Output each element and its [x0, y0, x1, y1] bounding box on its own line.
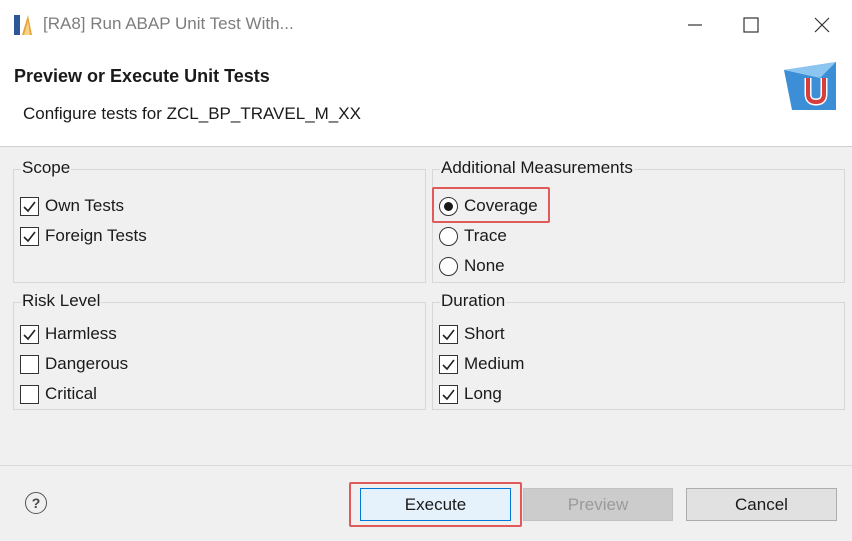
trace-radio[interactable]: Trace — [439, 224, 507, 248]
eclipse-app-icon — [14, 15, 32, 35]
close-icon[interactable] — [807, 10, 837, 40]
scope-group: Scope Own Tests Foreign Tests — [13, 158, 426, 283]
harmless-label: Harmless — [45, 324, 117, 343]
measurements-label: Additional Measurements — [440, 158, 634, 178]
critical-label: Critical — [45, 384, 97, 403]
duration-group: Duration Short Medium Long — [432, 291, 845, 410]
coverage-highlight-box — [432, 187, 550, 223]
short-label: Short — [464, 324, 505, 343]
preview-button[interactable]: Preview — [523, 488, 673, 521]
none-label: None — [464, 256, 505, 275]
scope-label: Scope — [21, 158, 72, 178]
checkmark-icon — [442, 389, 455, 400]
checkbox-box[interactable] — [20, 324, 39, 344]
window-titlebar: [RA8] Run ABAP Unit Test With... — [0, 0, 852, 50]
page-title: Preview or Execute Unit Tests — [14, 66, 270, 86]
duration-label: Duration — [440, 291, 507, 311]
foreign-tests-label: Foreign Tests — [45, 226, 147, 245]
checkmark-icon — [23, 201, 36, 212]
dialog-body: Scope Own Tests Foreign Tests Additional… — [0, 147, 852, 465]
checkmark-icon — [442, 359, 455, 370]
risk-level-group: Risk Level Harmless Dangerous Critical — [13, 291, 426, 410]
critical-checkbox[interactable]: Critical — [20, 382, 97, 406]
checkbox-box[interactable] — [439, 354, 458, 374]
checkbox-box[interactable] — [439, 384, 458, 404]
checkbox-box[interactable] — [20, 354, 39, 374]
help-icon[interactable]: ? — [25, 492, 47, 514]
dialog-footer: ? Execute Preview Cancel — [0, 465, 852, 541]
trace-label: Trace — [464, 226, 507, 245]
harmless-checkbox[interactable]: Harmless — [20, 322, 117, 346]
long-label: Long — [464, 384, 502, 403]
checkbox-box[interactable] — [20, 384, 39, 404]
own-tests-checkbox[interactable]: Own Tests — [20, 194, 124, 218]
medium-label: Medium — [464, 354, 525, 373]
checkbox-box[interactable] — [20, 196, 39, 216]
execute-button[interactable]: Execute — [360, 488, 511, 521]
abap-unit-logo-icon — [784, 62, 836, 110]
footer-separator — [0, 465, 852, 466]
radio-circle[interactable] — [439, 226, 458, 246]
radio-circle[interactable] — [439, 256, 458, 276]
window-title: [RA8] Run ABAP Unit Test With... — [43, 14, 294, 33]
checkmark-icon — [23, 329, 36, 340]
dangerous-checkbox[interactable]: Dangerous — [20, 352, 128, 376]
own-tests-label: Own Tests — [45, 196, 125, 215]
maximize-icon[interactable] — [736, 10, 766, 40]
short-checkbox[interactable]: Short — [439, 322, 505, 346]
foreign-tests-checkbox[interactable]: Foreign Tests — [20, 224, 147, 248]
dangerous-label: Dangerous — [45, 354, 129, 373]
medium-checkbox[interactable]: Medium — [439, 352, 524, 376]
checkbox-box[interactable] — [439, 324, 458, 344]
dialog-header: Preview or Execute Unit Tests Configure … — [0, 50, 852, 145]
checkmark-icon — [442, 329, 455, 340]
checkbox-box[interactable] — [20, 226, 39, 246]
risk-level-label: Risk Level — [21, 291, 102, 311]
long-checkbox[interactable]: Long — [439, 382, 502, 406]
minimize-icon[interactable] — [680, 10, 710, 40]
checkmark-icon — [23, 231, 36, 242]
none-radio[interactable]: None — [439, 254, 505, 278]
page-subtitle: Configure tests for ZCL_BP_TRAVEL_M_XX — [23, 104, 361, 123]
cancel-button[interactable]: Cancel — [686, 488, 837, 521]
